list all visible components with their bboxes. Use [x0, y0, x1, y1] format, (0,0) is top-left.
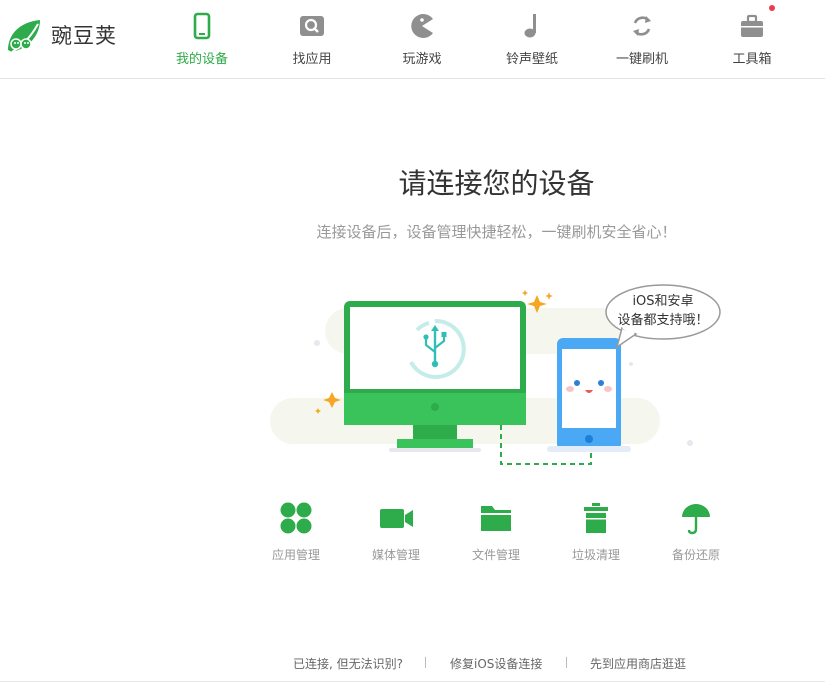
toolbox-icon — [737, 11, 767, 41]
nav-toolbox[interactable]: 工具箱 — [702, 0, 802, 78]
notification-badge — [769, 5, 775, 11]
top-nav-bar: 豌豆荚 我的设备 找应用 玩游戏 铃声壁纸 一键刷机 工具箱 — [0, 0, 825, 79]
feature-label: 备份还原 — [671, 548, 720, 562]
search-app-icon — [297, 11, 327, 41]
app-logo[interactable]: 豌豆荚 — [4, 14, 117, 56]
feature-label: 垃圾清理 — [571, 548, 620, 562]
speech-bubble-line-1: iOS和安卓 — [632, 294, 693, 309]
nav-play-games[interactable]: 玩游戏 — [372, 0, 472, 78]
pacman-icon — [407, 11, 437, 41]
feature-label: 文件管理 — [471, 548, 520, 562]
apps-grid-icon — [278, 500, 314, 536]
nav-find-apps[interactable]: 找应用 — [262, 0, 362, 78]
page-title: 请连接您的设备 — [398, 167, 595, 200]
link-connected-not-recognized[interactable]: 已连接, 但无法识别? — [293, 655, 403, 672]
nav-label: 找应用 — [292, 52, 332, 67]
phone-icon — [187, 11, 217, 41]
nav-label: 铃声壁纸 — [505, 52, 558, 67]
nav-label: 工具箱 — [732, 52, 772, 67]
link-visit-app-store[interactable]: 先到应用商店逛逛 — [590, 655, 686, 672]
speech-bubble-line-2: 设备都支持哦！ — [617, 312, 708, 328]
trash-icon — [578, 500, 614, 536]
footer-divider — [425, 657, 426, 668]
footer-links: 已连接, 但无法识别? 修复iOS设备连接 先到应用商店逛逛 — [0, 655, 825, 671]
nav-label: 玩游戏 — [402, 52, 442, 67]
feature-label: 媒体管理 — [371, 548, 420, 562]
nav-one-click-flash[interactable]: 一键刷机 — [592, 0, 692, 78]
feature-media-management[interactable]: 媒体管理 — [351, 500, 441, 563]
video-camera-icon — [378, 500, 414, 536]
music-note-icon — [517, 11, 547, 41]
feature-app-management[interactable]: 应用管理 — [251, 500, 341, 563]
feature-backup-restore[interactable]: 备份还原 — [651, 500, 741, 563]
feature-file-management[interactable]: 文件管理 — [451, 500, 541, 563]
feature-label: 应用管理 — [271, 548, 320, 562]
connect-device-illustration: iOS和安卓 设备都支持哦！ — [265, 268, 735, 478]
folder-icon — [478, 500, 514, 536]
feature-junk-cleanup[interactable]: 垃圾清理 — [551, 500, 641, 563]
page-subtitle: 连接设备后，设备管理快捷轻松，一键刷机安全省心！ — [316, 223, 677, 241]
umbrella-icon — [678, 500, 714, 536]
peapod-logo-icon — [8, 20, 40, 53]
footer-divider — [566, 657, 567, 668]
nav-my-device[interactable]: 我的设备 — [152, 0, 252, 78]
refresh-icon — [627, 11, 657, 41]
bottom-divider — [0, 681, 825, 682]
nav-label: 我的设备 — [175, 52, 228, 67]
link-fix-ios-connection[interactable]: 修复iOS设备连接 — [450, 655, 542, 672]
nav-ringtones-wallpapers[interactable]: 铃声壁纸 — [482, 0, 582, 78]
nav-label: 一键刷机 — [615, 52, 668, 67]
logo-text: 豌豆荚 — [51, 24, 117, 48]
